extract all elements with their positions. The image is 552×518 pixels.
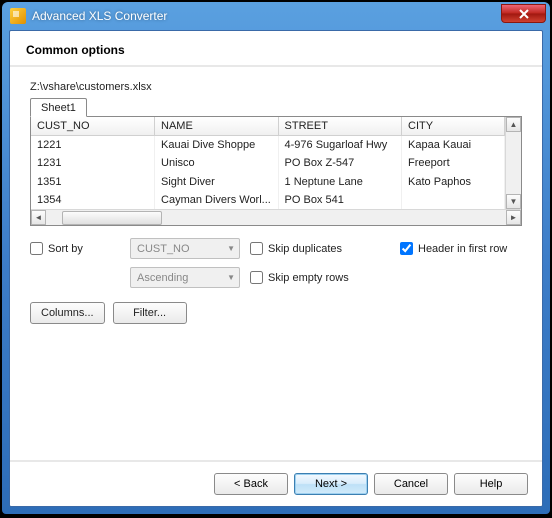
cell: 1351	[31, 173, 155, 191]
cell: Unisco	[155, 154, 279, 172]
chevron-down-icon: ▼	[227, 244, 235, 253]
file-path: Z:\vshare\customers.xlsx	[30, 81, 522, 93]
app-icon	[10, 8, 26, 24]
sort-field-select[interactable]: CUST_NO ▼	[130, 238, 240, 259]
table-row[interactable]: 1351 Sight Diver 1 Neptune Lane Kato Pap…	[31, 173, 505, 191]
content-area: Z:\vshare\customers.xlsx Sheet1 CUST_NO …	[10, 67, 542, 460]
table-row[interactable]: 1354 Cayman Divers Worl... PO Box 541	[31, 191, 505, 209]
back-button[interactable]: < Back	[214, 473, 288, 495]
help-button[interactable]: Help	[454, 473, 528, 495]
cell: 1 Neptune Lane	[278, 173, 402, 191]
sheet-tab[interactable]: Sheet1	[30, 98, 87, 117]
cell: 4-976 Sugarloaf Hwy	[278, 136, 402, 155]
client-area: Common options Z:\vshare\customers.xlsx …	[9, 30, 543, 507]
scroll-thumb[interactable]	[62, 211, 162, 225]
wizard-footer: < Back Next > Cancel Help	[10, 460, 542, 506]
close-icon	[519, 9, 529, 19]
horizontal-scrollbar[interactable]: ◄ ►	[31, 209, 521, 225]
cell: Freeport	[402, 154, 505, 172]
vertical-scrollbar[interactable]: ▲ ▼	[505, 117, 521, 209]
select-value: CUST_NO	[137, 243, 190, 255]
cell: PO Box 541	[278, 191, 402, 209]
data-grid: CUST_NO NAME STREET CITY 1221 Kauai Dive…	[30, 116, 522, 226]
sort-direction-select[interactable]: Ascending ▼	[130, 267, 240, 288]
cell: Cayman Divers Worl...	[155, 191, 279, 209]
cell: 1354	[31, 191, 155, 209]
cell: 1221	[31, 136, 155, 155]
filter-button[interactable]: Filter...	[113, 302, 187, 324]
app-window: Advanced XLS Converter Common options Z:…	[2, 2, 550, 514]
cancel-button[interactable]: Cancel	[374, 473, 448, 495]
scroll-up-icon[interactable]: ▲	[506, 117, 521, 132]
cell: Sight Diver	[155, 173, 279, 191]
table-header-row: CUST_NO NAME STREET CITY	[31, 117, 505, 136]
sort-by-checkbox[interactable]: Sort by	[30, 242, 120, 255]
next-button[interactable]: Next >	[294, 473, 368, 495]
page-title: Common options	[10, 31, 542, 67]
scroll-right-icon[interactable]: ►	[506, 210, 521, 225]
cell: Kapaa Kauai	[402, 136, 505, 155]
skip-empty-label: Skip empty rows	[268, 272, 349, 284]
cell	[402, 191, 505, 209]
table-row[interactable]: 1221 Kauai Dive Shoppe 4-976 Sugarloaf H…	[31, 136, 505, 155]
header-first-row-checkbox[interactable]: Header in first row	[400, 242, 522, 255]
col-header[interactable]: CUST_NO	[31, 117, 155, 136]
skip-dup-check[interactable]	[250, 242, 263, 255]
header-first-check[interactable]	[400, 242, 413, 255]
sort-by-check[interactable]	[30, 242, 43, 255]
header-first-label: Header in first row	[418, 243, 507, 255]
action-buttons: Columns... Filter...	[30, 302, 522, 324]
col-header[interactable]: NAME	[155, 117, 279, 136]
select-value: Ascending	[137, 272, 188, 284]
sheet-tabs: Sheet1	[30, 97, 522, 116]
cell: Kauai Dive Shoppe	[155, 136, 279, 155]
sort-by-label: Sort by	[48, 243, 83, 255]
cell: Kato Paphos	[402, 173, 505, 191]
columns-button[interactable]: Columns...	[30, 302, 105, 324]
options-grid: Sort by CUST_NO ▼ Skip duplicates Header…	[30, 238, 522, 288]
titlebar: Advanced XLS Converter	[2, 2, 550, 30]
data-table: CUST_NO NAME STREET CITY 1221 Kauai Dive…	[31, 117, 505, 209]
scroll-left-icon[interactable]: ◄	[31, 210, 46, 225]
chevron-down-icon: ▼	[227, 273, 235, 282]
scroll-down-icon[interactable]: ▼	[506, 194, 521, 209]
skip-duplicates-checkbox[interactable]: Skip duplicates	[250, 242, 390, 255]
skip-empty-check[interactable]	[250, 271, 263, 284]
col-header[interactable]: STREET	[278, 117, 402, 136]
cell: PO Box Z-547	[278, 154, 402, 172]
skip-dup-label: Skip duplicates	[268, 243, 342, 255]
table-row[interactable]: 1231 Unisco PO Box Z-547 Freeport	[31, 154, 505, 172]
window-title: Advanced XLS Converter	[32, 9, 501, 23]
close-button[interactable]	[501, 4, 546, 23]
col-header[interactable]: CITY	[402, 117, 505, 136]
skip-empty-rows-checkbox[interactable]: Skip empty rows	[250, 271, 390, 284]
cell: 1231	[31, 154, 155, 172]
